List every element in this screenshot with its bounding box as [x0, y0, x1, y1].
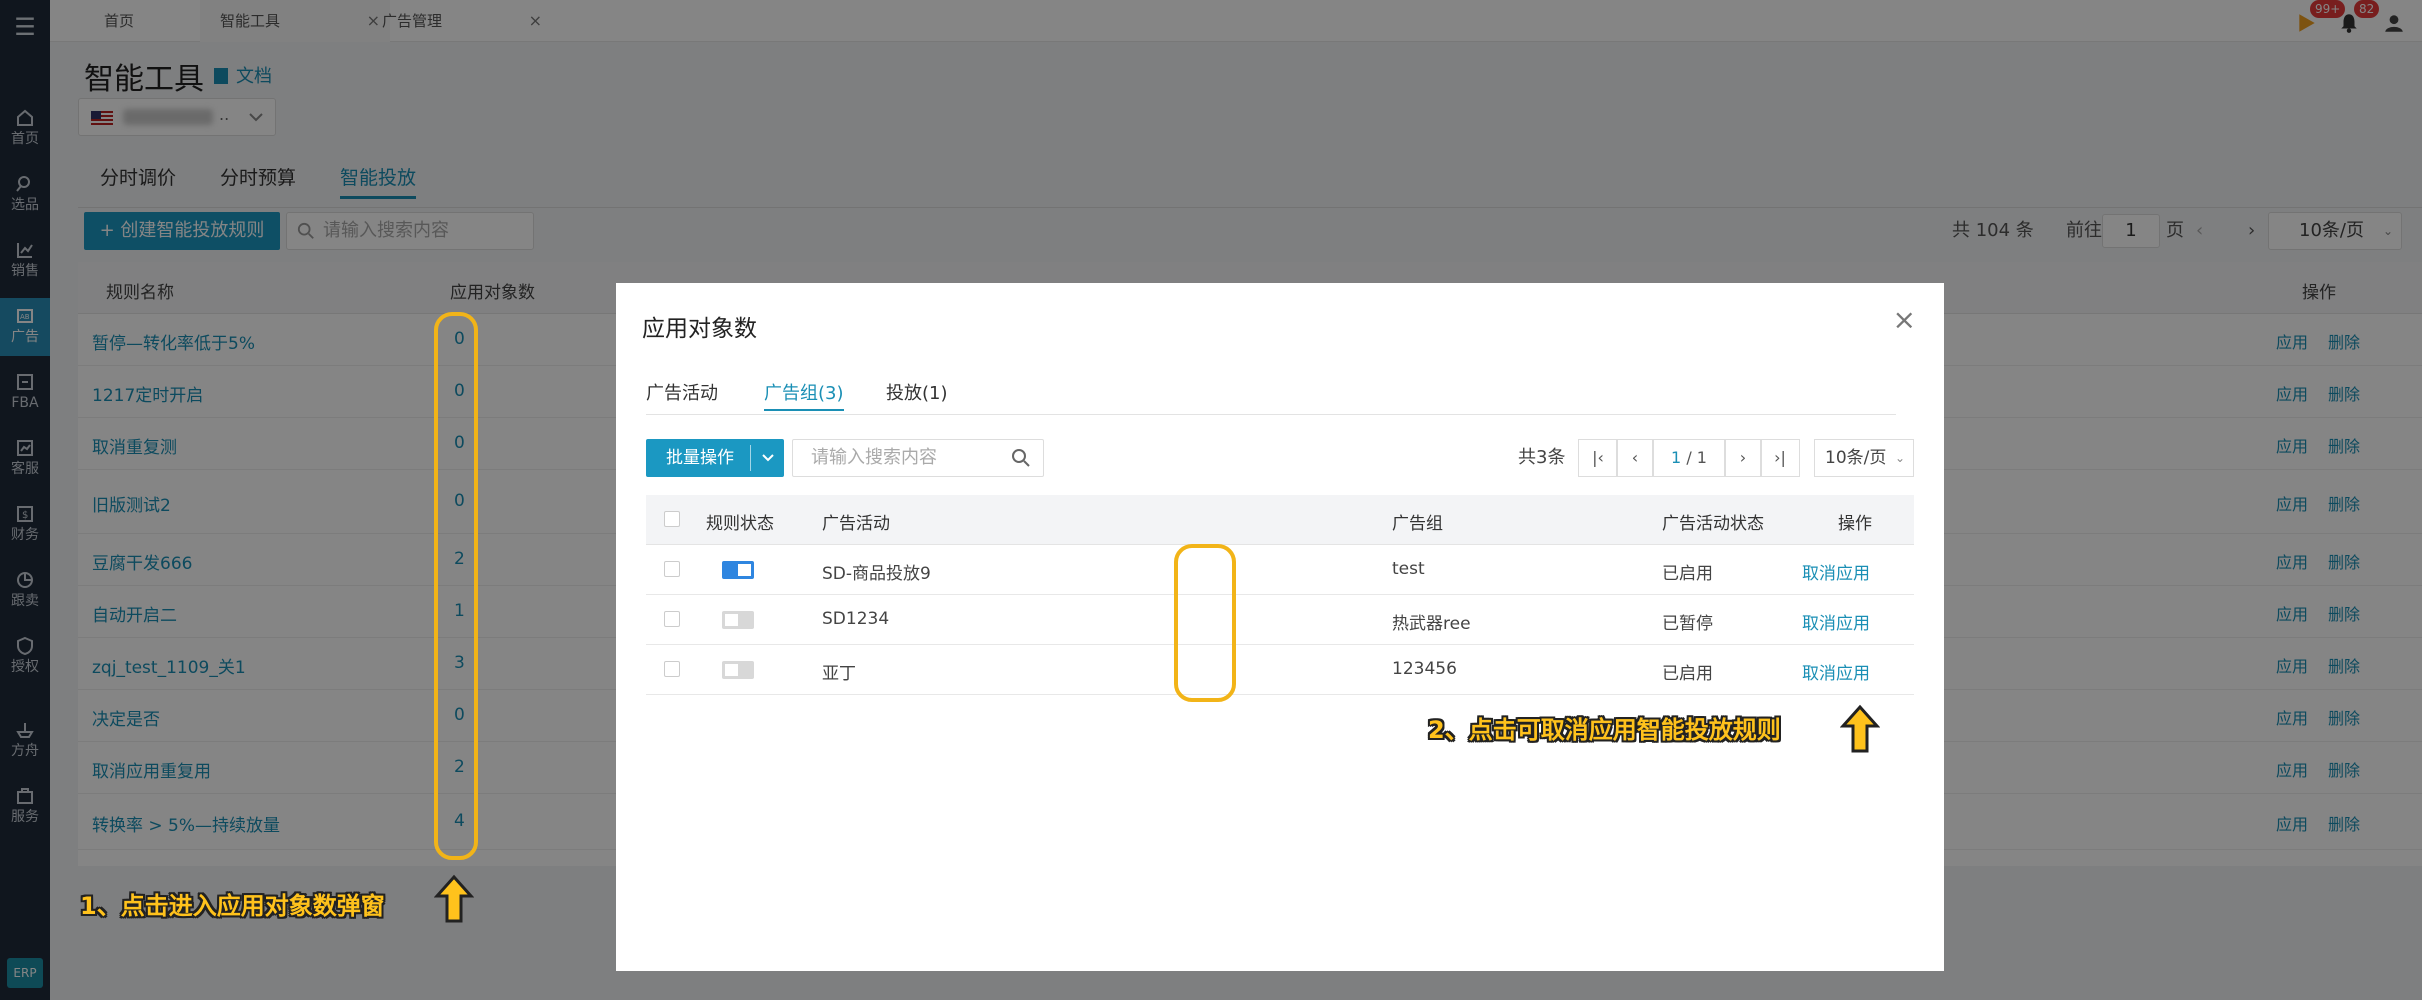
tab-campaign[interactable]: 广告活动: [646, 379, 718, 409]
table-row: SD1234 热武器ree 已暂停 取消应用: [646, 595, 1914, 645]
tab-targeting[interactable]: 投放(1): [886, 379, 948, 409]
modal-total: 共3条: [1518, 447, 1566, 468]
arrow-up-icon: [1840, 704, 1880, 753]
modal-page-indicator: 1 / 1: [1652, 439, 1726, 477]
first-page-icon[interactable]: |‹: [1578, 439, 1618, 477]
current-page[interactable]: 1: [1671, 448, 1681, 467]
row-checkbox[interactable]: [664, 661, 680, 677]
page-total: / 1: [1686, 448, 1707, 467]
campaign-status: 已暂停: [1662, 614, 1713, 634]
next-page-icon[interactable]: ›: [1724, 439, 1762, 477]
cancel-apply-link[interactable]: 取消应用: [1802, 559, 1870, 584]
annotation-step2: 2、点击可取消应用智能投放规则: [1428, 716, 1781, 744]
switch-knob: [738, 564, 751, 576]
last-page-icon[interactable]: ›|: [1760, 439, 1800, 477]
header-rule-status: 规则状态: [706, 514, 774, 534]
campaign-name: SD1234: [822, 609, 890, 629]
header-ops: 操作: [1838, 514, 1872, 534]
cancel-apply-link[interactable]: 取消应用: [1802, 609, 1870, 634]
header-campaign: 广告活动: [822, 514, 890, 534]
modal-per-page-value: 10条/页: [1825, 448, 1887, 468]
campaign-name: SD-商品投放9: [822, 564, 931, 584]
campaign-status: 已启用: [1662, 664, 1713, 684]
chevron-down-icon: ⌄: [1894, 451, 1905, 465]
header-ad-group: 广告组: [1392, 514, 1443, 534]
ad-group-name: 热武器ree: [1392, 614, 1471, 634]
annotation-step1: 1、点击进入应用对象数弹窗: [80, 892, 385, 920]
rule-status-switch[interactable]: [722, 561, 754, 579]
chevron-down-icon[interactable]: [762, 453, 774, 463]
modal-per-page-select[interactable]: 10条/页 ⌄: [1814, 439, 1914, 477]
ad-group-name: test: [1392, 559, 1425, 579]
rule-status-switch[interactable]: [722, 661, 754, 679]
table-row: SD-商品投放9 test 已启用 取消应用: [646, 545, 1914, 595]
apply-count-modal: 应用对象数 × 广告活动 广告组(3) 投放(1) 批量操作 请输入搜索内容 共…: [616, 283, 1944, 971]
table-row: 亚丁 123456 已启用 取消应用: [646, 645, 1914, 695]
batch-action-label: 批量操作: [666, 448, 734, 468]
modal-search-placeholder: 请输入搜索内容: [811, 447, 937, 468]
batch-action-button[interactable]: 批量操作: [646, 439, 784, 477]
row-checkbox[interactable]: [664, 611, 680, 627]
switch-knob: [725, 614, 738, 626]
divider: [750, 445, 751, 471]
switch-knob: [725, 664, 738, 676]
search-icon[interactable]: [1011, 448, 1031, 468]
highlight-cancel-apply: [1174, 544, 1236, 702]
modal-tabs: 广告活动 广告组(3) 投放(1): [646, 379, 1896, 415]
arrow-up-icon: [434, 874, 474, 923]
modal-table-header: 规则状态 广告活动 广告组 广告活动状态 操作: [646, 495, 1914, 545]
tab-ad-group[interactable]: 广告组(3): [764, 379, 844, 411]
close-icon[interactable]: ×: [1893, 303, 1916, 336]
modal-title: 应用对象数: [642, 316, 757, 342]
rule-status-switch[interactable]: [722, 611, 754, 629]
row-checkbox[interactable]: [664, 561, 680, 577]
ad-group-name: 123456: [1392, 659, 1457, 679]
select-all-checkbox[interactable]: [664, 511, 680, 527]
campaign-name: 亚丁: [822, 664, 856, 684]
campaign-status: 已启用: [1662, 564, 1713, 584]
header-campaign-status: 广告活动状态: [1662, 514, 1764, 534]
cancel-apply-link[interactable]: 取消应用: [1802, 659, 1870, 684]
highlight-apply-count: [434, 312, 478, 860]
modal-search-input[interactable]: 请输入搜索内容: [792, 439, 1044, 477]
prev-page-icon[interactable]: ‹: [1616, 439, 1654, 477]
